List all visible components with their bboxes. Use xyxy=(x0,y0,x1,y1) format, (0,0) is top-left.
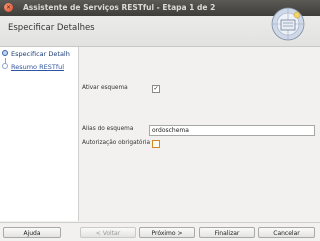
step-restful-summary[interactable]: Resumo RESTful xyxy=(2,63,64,71)
rest-services-logo-icon xyxy=(271,7,305,41)
enable-schema-checkbox[interactable]: ✓ xyxy=(152,85,160,93)
step-specify-details[interactable]: Especificar Detalh xyxy=(2,50,70,58)
wizard-steps-sidebar: Especificar Detalh Resumo RESTful xyxy=(0,47,79,221)
schema-alias-input[interactable]: ordoschema xyxy=(149,125,315,136)
next-button[interactable]: Próximo > xyxy=(139,227,195,238)
step-label: Resumo RESTful xyxy=(11,63,65,71)
help-button[interactable]: Ajuda xyxy=(3,227,61,238)
auth-required-label: Autorização obrigatória xyxy=(82,140,150,146)
current-step-icon xyxy=(2,50,8,56)
wizard-header: Especificar Detalhes xyxy=(0,7,320,47)
cancel-button[interactable]: Cancelar xyxy=(258,227,315,238)
enable-schema-label: Ativar esquema xyxy=(82,85,128,91)
window-close-button[interactable]: ✕ xyxy=(4,3,13,12)
step-label: Especificar Detalh xyxy=(11,50,70,58)
window-title: Assistente de Serviços RESTful - Etapa 1… xyxy=(23,3,216,12)
finish-button[interactable]: Finalizar xyxy=(199,227,255,238)
schema-alias-label: Alias do esquema xyxy=(82,126,134,132)
pending-step-icon xyxy=(2,63,8,69)
page-title: Especificar Detalhes xyxy=(8,23,95,33)
wizard-footer: Ajuda < Voltar Próximo > Finalizar Cance… xyxy=(0,222,320,241)
back-button[interactable]: < Voltar xyxy=(80,227,136,238)
auth-required-checkbox[interactable] xyxy=(152,140,160,148)
wizard-content: Ativar esquema ✓ Alias do esquema ordosc… xyxy=(79,47,320,221)
